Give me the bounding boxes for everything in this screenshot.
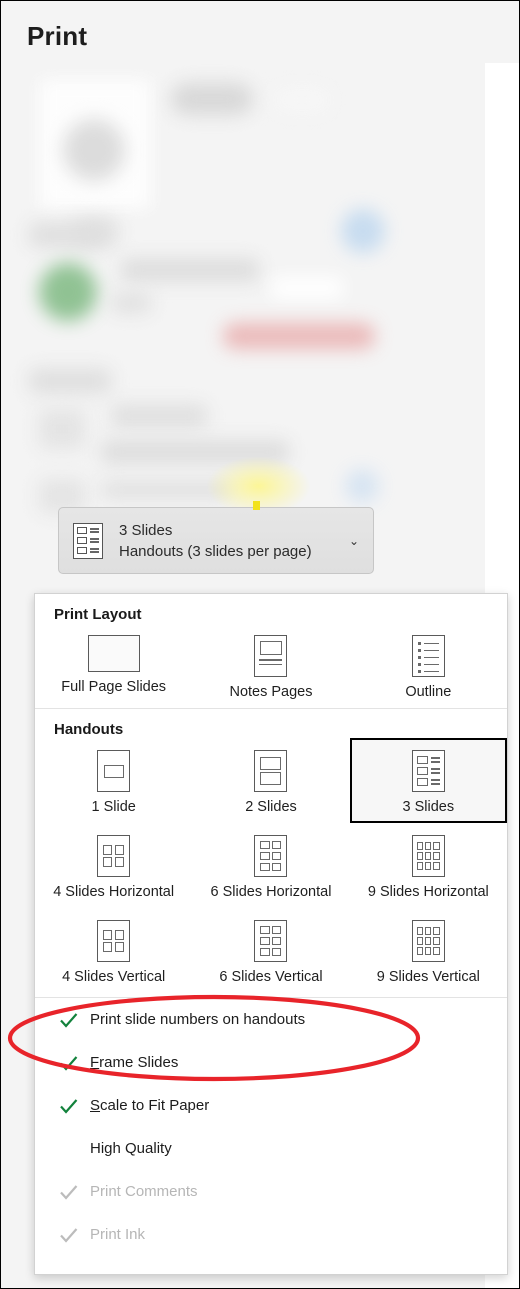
page-title: Print bbox=[27, 21, 88, 51]
handout-9-vertical-icon bbox=[411, 920, 445, 962]
combo-text: 3 Slides Handouts (3 slides per page) bbox=[119, 522, 312, 560]
section-title-print-layout: Print Layout bbox=[54, 606, 142, 623]
check-icon bbox=[59, 1053, 78, 1072]
backdrop-blob-green bbox=[39, 263, 97, 321]
full-page-slide-icon bbox=[87, 635, 140, 672]
gallery-item-label: 9 Slides Horizontal bbox=[367, 884, 489, 900]
backdrop-blob-red bbox=[223, 323, 375, 349]
handout-6-vertical-icon bbox=[254, 920, 288, 962]
handout-1-slide-icon bbox=[97, 750, 131, 792]
backdrop-blob-blue bbox=[341, 209, 385, 253]
handout-4-vertical-icon bbox=[97, 920, 131, 962]
option-print-ink: Print Ink bbox=[35, 1213, 507, 1256]
check-icon bbox=[59, 1225, 78, 1244]
gallery-item-label: 9 Slides Vertical bbox=[376, 969, 480, 985]
backdrop-blob bbox=[111, 293, 151, 313]
gallery-item-9-slides-vertical[interactable]: 9 Slides Vertical bbox=[350, 908, 507, 993]
option-label: Print Comments bbox=[90, 1183, 198, 1200]
gallery-item-2-slides[interactable]: 2 Slides bbox=[192, 738, 349, 823]
option-scale-to-fit-paper[interactable]: Scale to Fit Paper bbox=[35, 1084, 507, 1127]
gallery-item-label: 4 Slides Vertical bbox=[62, 969, 166, 985]
backdrop-blob bbox=[111, 405, 207, 427]
option-label: Print slide numbers on handouts bbox=[90, 1011, 306, 1028]
gallery-item-1-slide[interactable]: 1 Slide bbox=[35, 738, 192, 823]
option-high-quality[interactable]: High Quality bbox=[35, 1127, 507, 1170]
gallery-item-label: 2 Slides bbox=[245, 799, 297, 815]
gallery-item-label: Outline bbox=[405, 684, 452, 700]
check-icon bbox=[59, 1096, 78, 1115]
gallery-item-full-page-slides[interactable]: Full Page Slides bbox=[35, 623, 192, 708]
option-print-slide-numbers[interactable]: Print slide numbers on handouts bbox=[35, 998, 507, 1041]
option-label: Print Ink bbox=[90, 1226, 146, 1243]
handouts-gallery-row-1: 1 Slide 2 Slides 3 Slides bbox=[35, 738, 507, 823]
gallery-item-notes-pages[interactable]: Notes Pages bbox=[192, 623, 349, 708]
backdrop-blob-blue bbox=[345, 469, 379, 503]
handouts-gallery-row-3: 4 Slides Vertical 6 Slides Vertical 9 Sl… bbox=[35, 908, 507, 993]
check-icon-empty bbox=[59, 1139, 78, 1158]
highlight-marker bbox=[253, 501, 260, 510]
chevron-down-icon[interactable]: ⌄ bbox=[349, 534, 359, 548]
handout-3-slides-icon bbox=[73, 522, 103, 559]
backdrop-blob bbox=[29, 369, 111, 393]
gallery-item-label: Notes Pages bbox=[229, 684, 313, 700]
option-label: Frame Slides bbox=[90, 1054, 179, 1071]
handouts-gallery-row-2: 4 Slides Horizontal 6 Slides Horizontal … bbox=[35, 823, 507, 908]
backdrop-blob bbox=[29, 223, 107, 247]
handout-9-horizontal-icon bbox=[411, 835, 445, 877]
print-layout-menu: Print Layout Full Page Slides Notes Page… bbox=[34, 593, 508, 1275]
option-label: High Quality bbox=[90, 1140, 172, 1157]
handout-3-slides-icon bbox=[411, 750, 445, 792]
print-layout-combo[interactable]: 3 Slides Handouts (3 slides per page) ⌄ bbox=[58, 507, 374, 574]
backdrop-blob bbox=[121, 259, 259, 281]
gallery-item-4-slides-vertical[interactable]: 4 Slides Vertical bbox=[35, 908, 192, 993]
combo-secondary-label: Handouts (3 slides per page) bbox=[119, 542, 312, 560]
outline-icon bbox=[411, 635, 445, 677]
handout-4-horizontal-icon bbox=[97, 835, 131, 877]
section-title-handouts: Handouts bbox=[54, 721, 124, 738]
option-label: Scale to Fit Paper bbox=[90, 1097, 210, 1114]
option-print-comments: Print Comments bbox=[35, 1170, 507, 1213]
gallery-item-label: Full Page Slides bbox=[61, 679, 167, 695]
combo-primary-label: 3 Slides bbox=[119, 521, 173, 539]
gallery-item-label: 3 Slides bbox=[402, 799, 455, 815]
print-layout-gallery: Full Page Slides Notes Pages Outline bbox=[35, 623, 507, 708]
gallery-item-6-slides-horizontal[interactable]: 6 Slides Horizontal bbox=[192, 823, 349, 908]
gallery-item-9-slides-horizontal[interactable]: 9 Slides Horizontal bbox=[350, 823, 507, 908]
print-backstage-window: Print 3 Slides Handouts (3 slides per pa… bbox=[0, 0, 520, 1289]
gallery-item-label: 4 Slides Horizontal bbox=[53, 884, 175, 900]
check-icon bbox=[59, 1010, 78, 1029]
gallery-item-6-slides-vertical[interactable]: 6 Slides Vertical bbox=[192, 908, 349, 993]
backdrop-blob bbox=[63, 119, 125, 181]
gallery-item-label: 1 Slide bbox=[91, 799, 136, 815]
gallery-item-3-slides[interactable]: 3 Slides bbox=[349, 738, 507, 823]
backdrop-blob bbox=[39, 409, 85, 449]
gallery-item-label: 6 Slides Vertical bbox=[219, 969, 323, 985]
gallery-item-4-slides-horizontal[interactable]: 4 Slides Horizontal bbox=[35, 823, 192, 908]
backdrop-blob bbox=[273, 87, 331, 113]
option-frame-slides[interactable]: Frame Slides bbox=[35, 1041, 507, 1084]
backdrop-blob bbox=[271, 277, 343, 299]
backdrop-blob bbox=[171, 83, 253, 115]
notes-page-icon bbox=[254, 635, 288, 677]
gallery-item-outline[interactable]: Outline bbox=[350, 623, 507, 708]
handout-2-slides-icon bbox=[254, 750, 288, 792]
handout-6-horizontal-icon bbox=[254, 835, 288, 877]
gallery-item-label: 6 Slides Horizontal bbox=[210, 884, 332, 900]
check-icon bbox=[59, 1182, 78, 1201]
